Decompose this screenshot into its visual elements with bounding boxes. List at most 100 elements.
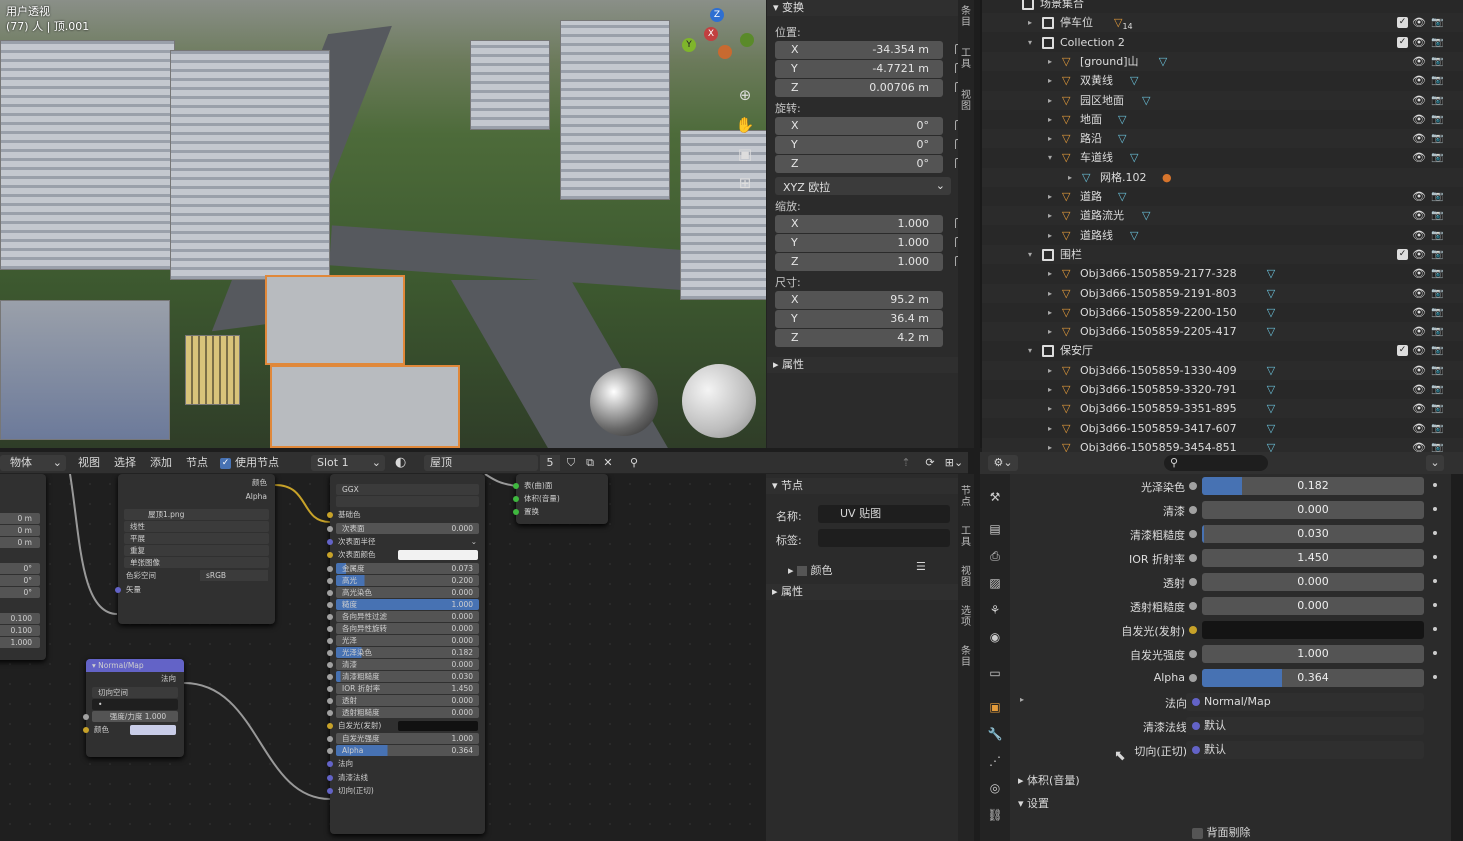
out-color-socket[interactable]: 颜色 xyxy=(118,476,275,490)
visibility-eye-icon[interactable]: 👁 xyxy=(1412,380,1426,399)
bsdf-input-field[interactable]: 透射 0.000 xyxy=(327,694,479,706)
wrench-modifier-icon[interactable]: 🔧 xyxy=(986,725,1004,743)
keyframe-dot[interactable] xyxy=(1433,651,1437,655)
outliner-row[interactable]: ▸ ▽ 路沿 ▽ 👁 📷 xyxy=(982,129,1463,149)
outliner-row[interactable]: ▸ ▽ Obj3d66-1505859-2191-803 ▽ 👁 📷 xyxy=(982,283,1463,303)
render-camera-icon[interactable]: 📷 xyxy=(1431,399,1443,418)
render-camera-icon[interactable]: 📷 xyxy=(1431,361,1443,380)
collapse-arrow-icon[interactable]: ▸ xyxy=(1048,52,1052,71)
extension-select[interactable]: 重复 xyxy=(124,545,269,556)
output-socket-row[interactable]: 体积(音量) xyxy=(513,492,608,505)
out-alpha-socket[interactable]: Alpha xyxy=(118,490,275,504)
collapse-arrow-icon[interactable]: ▸ xyxy=(1048,110,1052,129)
outliner-row[interactable]: ▸ ▽ 道路线 ▽ 👁 📷 xyxy=(982,226,1463,245)
visibility-eye-icon[interactable]: 👁 xyxy=(1412,361,1426,380)
normal-out-socket[interactable]: 法向 xyxy=(86,672,184,686)
pin-icon[interactable]: ⚲ xyxy=(626,455,642,471)
tab-tool[interactable]: 工具 xyxy=(960,526,972,548)
linked-node-field[interactable]: 默认 xyxy=(1186,741,1424,759)
render-camera-icon[interactable]: 📷 xyxy=(1431,264,1443,283)
mapping-value-field[interactable]: 0.100 xyxy=(0,613,40,624)
mesh-data-icon[interactable]: ▽ xyxy=(1267,399,1275,418)
render-camera-icon[interactable]: 📷 xyxy=(1431,187,1443,206)
render-icon[interactable]: ▤ xyxy=(986,520,1004,538)
bsdf-input-row[interactable]: 次表面颜色 xyxy=(327,548,485,562)
input-socket[interactable] xyxy=(327,525,333,532)
gizmo-y-axis[interactable]: Y xyxy=(682,38,696,52)
bsdf-input-field[interactable]: 高光染色 0.000 xyxy=(327,586,479,598)
socket-dot[interactable] xyxy=(1189,674,1197,682)
mesh-data-icon[interactable]: ▽ xyxy=(1159,52,1167,71)
visibility-eye-icon[interactable]: 👁 xyxy=(1412,148,1426,167)
physics-icon[interactable]: ◎ xyxy=(986,779,1004,797)
input-socket[interactable] xyxy=(327,709,333,716)
keyframe-dot[interactable] xyxy=(1433,579,1437,583)
particles-icon[interactable]: ⋰ xyxy=(986,752,1004,770)
source-select[interactable]: 单张图像 xyxy=(124,557,269,568)
collapse-arrow-icon[interactable]: ▸ xyxy=(1048,206,1052,225)
options-dropdown[interactable]: ⌄ xyxy=(1426,455,1444,471)
render-camera-icon[interactable]: 📷 xyxy=(1431,245,1443,264)
outliner-row[interactable]: ▾ 保安厅 ✓ 👁 📷 xyxy=(982,341,1463,360)
linked-node-field[interactable]: 默认 xyxy=(1186,717,1424,735)
material-sphere-icon[interactable]: ◐ xyxy=(395,455,419,471)
tab-options[interactable]: 选项 xyxy=(960,606,972,628)
zoom-icon[interactable]: ⊕ xyxy=(734,84,756,106)
mesh-data-icon[interactable]: ▽ xyxy=(1267,419,1275,438)
input-socket[interactable] xyxy=(327,625,333,632)
socket-dot[interactable] xyxy=(1189,626,1197,634)
overlay-icon[interactable]: ⊞⌄ xyxy=(943,455,965,471)
material-output-node[interactable]: 表(曲)面 体积(音量) 置换 xyxy=(513,474,608,524)
location-z-field[interactable]: Z 0.00706 m xyxy=(775,79,965,97)
outliner-row[interactable]: ▸ ▽ Obj3d66-1505859-3417-607 ▽ 👁 📷 xyxy=(982,419,1463,438)
input-socket[interactable] xyxy=(327,565,333,572)
mode-select[interactable]: 物体 ⌄ xyxy=(0,455,66,471)
bsdf-input-row[interactable]: 基础色 xyxy=(327,508,485,522)
outliner-row[interactable]: 场景集合 xyxy=(982,0,1463,13)
input-socket[interactable] xyxy=(327,613,333,620)
bsdf-input-field[interactable]: 次表面 0.000 xyxy=(327,522,479,534)
menu-select[interactable]: 选择 xyxy=(114,455,136,471)
input-socket[interactable] xyxy=(327,774,333,781)
output-socket-row[interactable]: 表(曲)面 xyxy=(513,479,608,492)
expanded-arrow-icon[interactable]: ▾ xyxy=(1028,341,1032,360)
mesh-data-icon[interactable]: ▽ xyxy=(1118,129,1126,148)
color-swatch[interactable] xyxy=(398,720,478,731)
list-icon[interactable]: ☰ xyxy=(916,560,926,573)
menu-add[interactable]: 添加 xyxy=(150,455,172,471)
collapse-arrow-icon[interactable]: ▸ xyxy=(1048,361,1052,380)
collapse-arrow-icon[interactable]: ▸ xyxy=(1048,71,1052,90)
visibility-eye-icon[interactable]: 👁 xyxy=(1412,399,1426,418)
bsdf-input-field[interactable]: 清漆粗糙度 0.030 xyxy=(327,670,479,682)
collapse-arrow-icon[interactable]: ▸ xyxy=(1048,380,1052,399)
collapse-arrow-icon[interactable]: ▸ xyxy=(1048,129,1052,148)
outliner-row[interactable]: ▸ ▽ Obj3d66-1505859-3320-791 ▽ 👁 📷 xyxy=(982,380,1463,399)
volume-panel-header[interactable]: ▸ 体积(音量) xyxy=(1018,772,1080,788)
visibility-eye-icon[interactable]: 👁 xyxy=(1412,264,1426,283)
location-x-field[interactable]: X -34.354 m xyxy=(775,41,965,59)
mesh-data-icon[interactable]: ▽ xyxy=(1118,110,1126,129)
bsdf-input-row[interactable]: 次表面半径 ⌄ xyxy=(327,535,485,549)
input-socket[interactable] xyxy=(327,512,333,518)
property-slider[interactable] xyxy=(1202,621,1424,639)
fake-user-icon[interactable]: ⛉ xyxy=(563,455,579,471)
collapse-arrow-icon[interactable]: ▸ xyxy=(1048,226,1052,245)
tab-item[interactable]: 条目 xyxy=(960,646,972,668)
snap-icon[interactable]: ⟳ xyxy=(922,455,938,471)
space-select[interactable]: 切向空间 xyxy=(92,686,178,698)
input-socket[interactable] xyxy=(327,685,333,692)
keyframe-dot[interactable] xyxy=(1433,603,1437,607)
mesh-data-icon[interactable]: ▽ xyxy=(1130,71,1138,90)
output-socket-row[interactable]: 置换 xyxy=(513,505,608,518)
bsdf-input-row[interactable]: 自发光(发射) xyxy=(327,719,485,733)
bsdf-input-field[interactable]: 各向异性旋转 0.000 xyxy=(327,622,479,634)
bsdf-input-field[interactable]: 高光 0.200 xyxy=(327,574,479,586)
exclude-checkbox[interactable]: ✓ xyxy=(1397,36,1408,48)
expand-arrow-icon[interactable]: ▸ xyxy=(1020,695,1024,704)
keyframe-dot[interactable] xyxy=(1433,555,1437,559)
object-icon[interactable]: ▣ xyxy=(986,698,1004,716)
visibility-eye-icon[interactable]: 👁 xyxy=(1412,13,1426,32)
collapse-arrow-icon[interactable]: ▸ xyxy=(1048,91,1052,110)
keyframe-dot[interactable] xyxy=(1433,675,1437,679)
outliner[interactable]: 场景集合 ▸ 停车位 ▽ 14 ✓ 👁 📷 ▾ Collection 2 ✓ 👁 📷 ▸ ▽ [ground]… xyxy=(980,0,1463,457)
